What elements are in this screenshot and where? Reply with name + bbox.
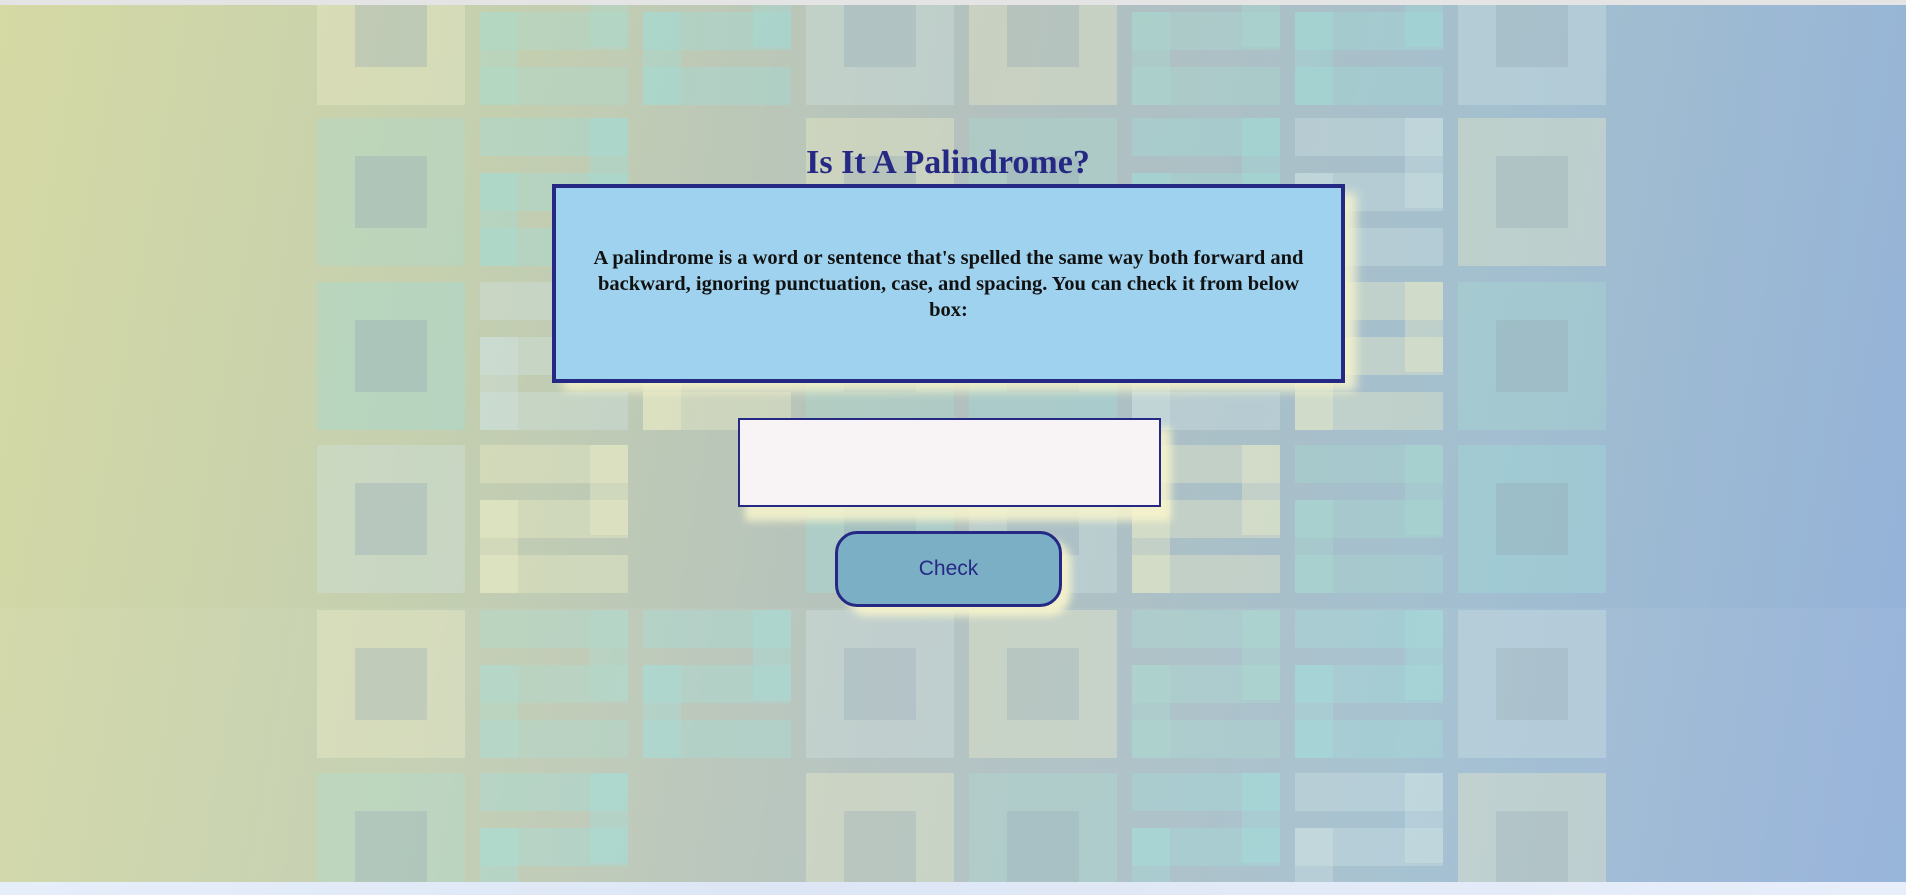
pattern-tile (1458, 5, 1606, 105)
pattern-zero-hole (355, 320, 427, 392)
pattern-two-bottom (1132, 67, 1280, 105)
pattern-two-bottom (1295, 392, 1443, 430)
pattern-two-bottom (1295, 67, 1443, 105)
pattern-tile (480, 5, 628, 105)
pattern-tile (317, 445, 465, 593)
pattern-tile (317, 282, 465, 430)
pattern-zero-hole (355, 5, 427, 67)
page: Is It A Palindrome? A palindrome is a wo… (0, 0, 1906, 895)
pattern-tile (317, 5, 465, 105)
pattern-zero-hole (1007, 5, 1079, 67)
pattern-two-bottom (1132, 555, 1280, 593)
pattern-zero-hole (844, 5, 916, 67)
pattern-tile (1132, 5, 1280, 105)
pattern-tile (806, 5, 954, 105)
pattern-two-bottom (480, 67, 628, 105)
check-button[interactable]: Check (835, 531, 1062, 607)
pattern-two-bottom (480, 555, 628, 593)
pattern-zero-hole (1496, 5, 1568, 67)
pattern-tile (969, 5, 1117, 105)
pattern-tile (480, 445, 628, 593)
pattern-zero-hole (355, 483, 427, 555)
pattern-tile (1458, 445, 1606, 593)
page-title: Is It A Palindrome? (806, 143, 1090, 181)
pattern-tile (643, 5, 791, 105)
pattern-zero-hole (1496, 320, 1568, 392)
pattern-two-bottom (1295, 555, 1443, 593)
pattern-tile (1458, 282, 1606, 430)
pattern-tile (1295, 5, 1443, 105)
pattern-two-bottom (480, 392, 628, 430)
pattern-tile (1295, 445, 1443, 593)
palindrome-input[interactable] (738, 418, 1161, 507)
description-text: A palindrome is a word or sentence that'… (593, 246, 1304, 321)
pattern-two-bottom (643, 67, 791, 105)
info-box: A palindrome is a word or sentence that'… (552, 184, 1345, 383)
bottom-strip (0, 882, 1906, 895)
background-band (0, 608, 1906, 882)
pattern-zero-hole (1496, 483, 1568, 555)
